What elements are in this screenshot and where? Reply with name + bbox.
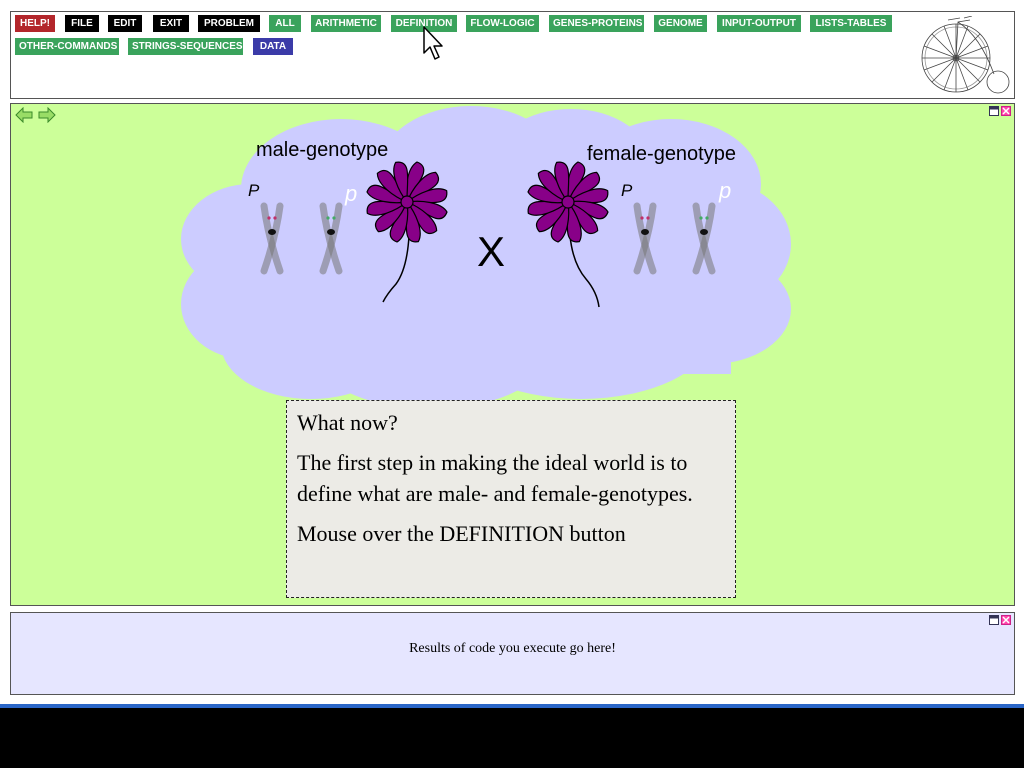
file-button[interactable]: FILE	[65, 15, 99, 32]
exit-button[interactable]: EXIT	[153, 15, 189, 32]
female-genotype-label: female-genotype	[587, 143, 736, 165]
strings-sequences-button[interactable]: STRINGS-SEQUENCES	[128, 38, 243, 55]
all-button[interactable]: ALL	[269, 15, 301, 32]
male-allele-dominant: P	[248, 181, 260, 200]
female-allele-dominant: P	[621, 181, 633, 200]
female-allele-recessive: p	[719, 178, 732, 203]
results-pane: Results of code you execute go here!	[10, 612, 1015, 695]
arithmetic-button[interactable]: ARITHMETIC	[311, 15, 381, 32]
male-allele-recessive: p	[345, 181, 358, 206]
command-toolbar: HELP! FILE EDIT EXIT PROBLEM ALL ARITHME…	[10, 11, 1015, 99]
close-results-icon[interactable]	[1001, 615, 1011, 625]
male-genotype-label: male-genotype	[256, 139, 389, 161]
problem-button[interactable]: PROBLEM	[198, 15, 260, 32]
results-output-text: Results of code you execute go here!	[409, 641, 616, 656]
edit-button[interactable]: EDIT	[108, 15, 142, 32]
genome-button[interactable]: GENOME	[654, 15, 707, 32]
input-output-button[interactable]: INPUT-OUTPUT	[717, 15, 801, 32]
app-window: HELP! FILE EDIT EXIT PROBLEM ALL ARITHME…	[0, 0, 1024, 768]
cross-symbol: X	[477, 228, 506, 275]
instruction-box: What now? The first step in making the i…	[286, 400, 736, 598]
genes-proteins-button[interactable]: GENES-PROTEINS	[549, 15, 644, 32]
screen-bottom	[0, 708, 1024, 768]
message-body: The first step in making the ideal world…	[297, 450, 693, 506]
flow-logic-button[interactable]: FLOW-LOGIC	[466, 15, 539, 32]
help-button[interactable]: HELP!	[15, 15, 55, 32]
other-commands-button[interactable]: OTHER-COMMANDS	[15, 38, 119, 55]
lists-tables-button[interactable]: LISTS-TABLES	[810, 15, 892, 32]
penny-farthing-logo	[921, 16, 1010, 94]
maximize-results-icon[interactable]	[989, 615, 999, 625]
data-button[interactable]: DATA	[253, 38, 293, 55]
message-hint: Mouse over the DEFINITION button	[297, 521, 626, 546]
message-heading: What now?	[297, 410, 398, 435]
main-pane: male-genotype female-genotype X P p P p …	[10, 103, 1015, 606]
mouse-cursor-icon	[423, 26, 443, 60]
